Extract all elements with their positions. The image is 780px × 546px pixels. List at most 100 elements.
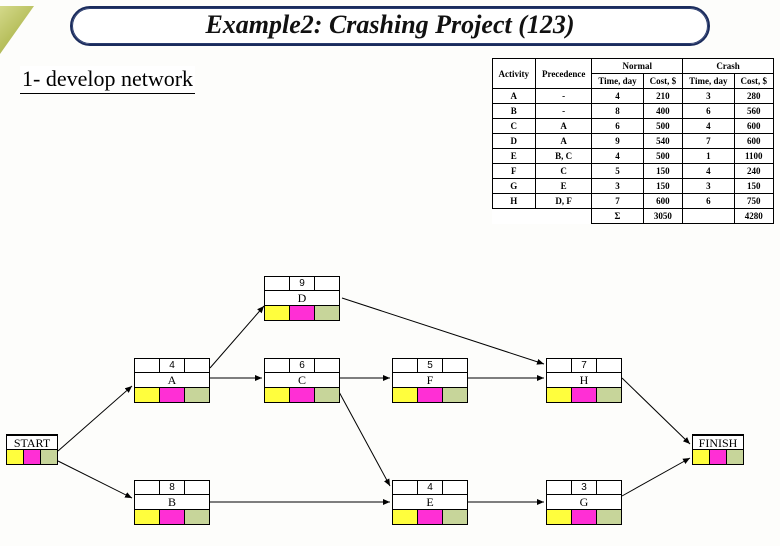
cell-ct: 7 — [683, 134, 734, 149]
col-crash-cost: Cost, $ — [734, 74, 774, 89]
node-e: 4 E — [392, 480, 468, 525]
dur-g: 3 — [572, 481, 597, 494]
cell-pre: D, F — [536, 194, 592, 209]
cell-nt: 7 — [592, 194, 643, 209]
node-b: 8 B — [134, 480, 210, 525]
node-d: 9 D — [264, 276, 340, 321]
cell-pre: E — [536, 179, 592, 194]
cell-cc: 280 — [734, 89, 774, 104]
finish-label: FINISH — [693, 435, 743, 450]
cell-nc: 210 — [643, 89, 683, 104]
cell-pre: A — [536, 134, 592, 149]
dur-b: 8 — [160, 481, 185, 494]
node-start: START — [6, 434, 58, 465]
cell-cc: 600 — [734, 134, 774, 149]
cell-pre: - — [536, 104, 592, 119]
col-normal-time: Time, day — [592, 74, 643, 89]
cell-act: E — [492, 149, 536, 164]
cell-ct: 4 — [683, 164, 734, 179]
col-normal: Normal — [592, 59, 683, 74]
cell-act: A — [492, 89, 536, 104]
cell-act: F — [492, 164, 536, 179]
name-h: H — [547, 373, 621, 388]
table-row: DA95407600 — [492, 134, 774, 149]
dur-d: 9 — [290, 277, 315, 290]
corner-accent — [0, 6, 34, 54]
table-row: FC51504240 — [492, 164, 774, 179]
cell-nt: 6 — [592, 119, 643, 134]
name-f: F — [393, 373, 467, 388]
name-g: G — [547, 495, 621, 510]
table-row: B-84006560 — [492, 104, 774, 119]
cell-pre: A — [536, 119, 592, 134]
col-activity: Activity — [492, 59, 536, 89]
cell-ct: 4 — [683, 119, 734, 134]
sum-crash-cost: 4280 — [734, 209, 774, 224]
activity-table: Activity Precedence Normal Crash Time, d… — [492, 58, 775, 224]
cell-act: D — [492, 134, 536, 149]
table-row: HD, F76006750 — [492, 194, 774, 209]
node-f: 5 F — [392, 358, 468, 403]
dur-h: 7 — [572, 359, 597, 372]
cell-act: H — [492, 194, 536, 209]
cell-ct: 3 — [683, 89, 734, 104]
cell-nt: 9 — [592, 134, 643, 149]
cell-nt: 8 — [592, 104, 643, 119]
cell-nc: 400 — [643, 104, 683, 119]
sum-normal-cost: 3050 — [643, 209, 683, 224]
sum-label: Σ — [592, 209, 643, 224]
dur-e: 4 — [418, 481, 443, 494]
cell-nt: 5 — [592, 164, 643, 179]
cell-nt: 4 — [592, 149, 643, 164]
col-normal-cost: Cost, $ — [643, 74, 683, 89]
cell-cc: 750 — [734, 194, 774, 209]
cell-ct: 6 — [683, 194, 734, 209]
node-finish: FINISH — [692, 434, 744, 465]
name-d: D — [265, 291, 339, 306]
dur-c: 6 — [290, 359, 315, 372]
table-row: A-42103280 — [492, 89, 774, 104]
cell-nt: 4 — [592, 89, 643, 104]
col-crash: Crash — [683, 59, 774, 74]
cell-cc: 150 — [734, 179, 774, 194]
cell-nc: 150 — [643, 179, 683, 194]
cell-ct: 1 — [683, 149, 734, 164]
page-title: Example2: Crashing Project (123) — [78, 10, 702, 40]
cell-cc: 600 — [734, 119, 774, 134]
cell-nt: 3 — [592, 179, 643, 194]
name-b: B — [135, 495, 209, 510]
start-label: START — [7, 435, 57, 450]
cell-cc: 240 — [734, 164, 774, 179]
node-a: 4 A — [134, 358, 210, 403]
cell-nc: 540 — [643, 134, 683, 149]
cell-act: G — [492, 179, 536, 194]
subtitle: 1- develop network — [20, 66, 195, 94]
title-container: Example2: Crashing Project (123) — [70, 6, 710, 46]
node-h: 7 H — [546, 358, 622, 403]
cell-act: C — [492, 119, 536, 134]
table-row: GE31503150 — [492, 179, 774, 194]
cell-nc: 600 — [643, 194, 683, 209]
table-row: CA65004600 — [492, 119, 774, 134]
cell-act: B — [492, 104, 536, 119]
cell-nc: 150 — [643, 164, 683, 179]
name-c: C — [265, 373, 339, 388]
name-e: E — [393, 495, 467, 510]
col-precedence: Precedence — [536, 59, 592, 89]
table-row: EB, C450011100 — [492, 149, 774, 164]
cell-pre: - — [536, 89, 592, 104]
cell-nc: 500 — [643, 119, 683, 134]
sum-row: Σ 3050 4280 — [492, 209, 774, 224]
cell-cc: 1100 — [734, 149, 774, 164]
cell-ct: 3 — [683, 179, 734, 194]
col-crash-time: Time, day — [683, 74, 734, 89]
node-c: 6 C — [264, 358, 340, 403]
cell-ct: 6 — [683, 104, 734, 119]
node-g: 3 G — [546, 480, 622, 525]
cell-cc: 560 — [734, 104, 774, 119]
name-a: A — [135, 373, 209, 388]
dur-a: 4 — [160, 359, 185, 372]
cell-pre: C — [536, 164, 592, 179]
cell-pre: B, C — [536, 149, 592, 164]
cell-nc: 500 — [643, 149, 683, 164]
